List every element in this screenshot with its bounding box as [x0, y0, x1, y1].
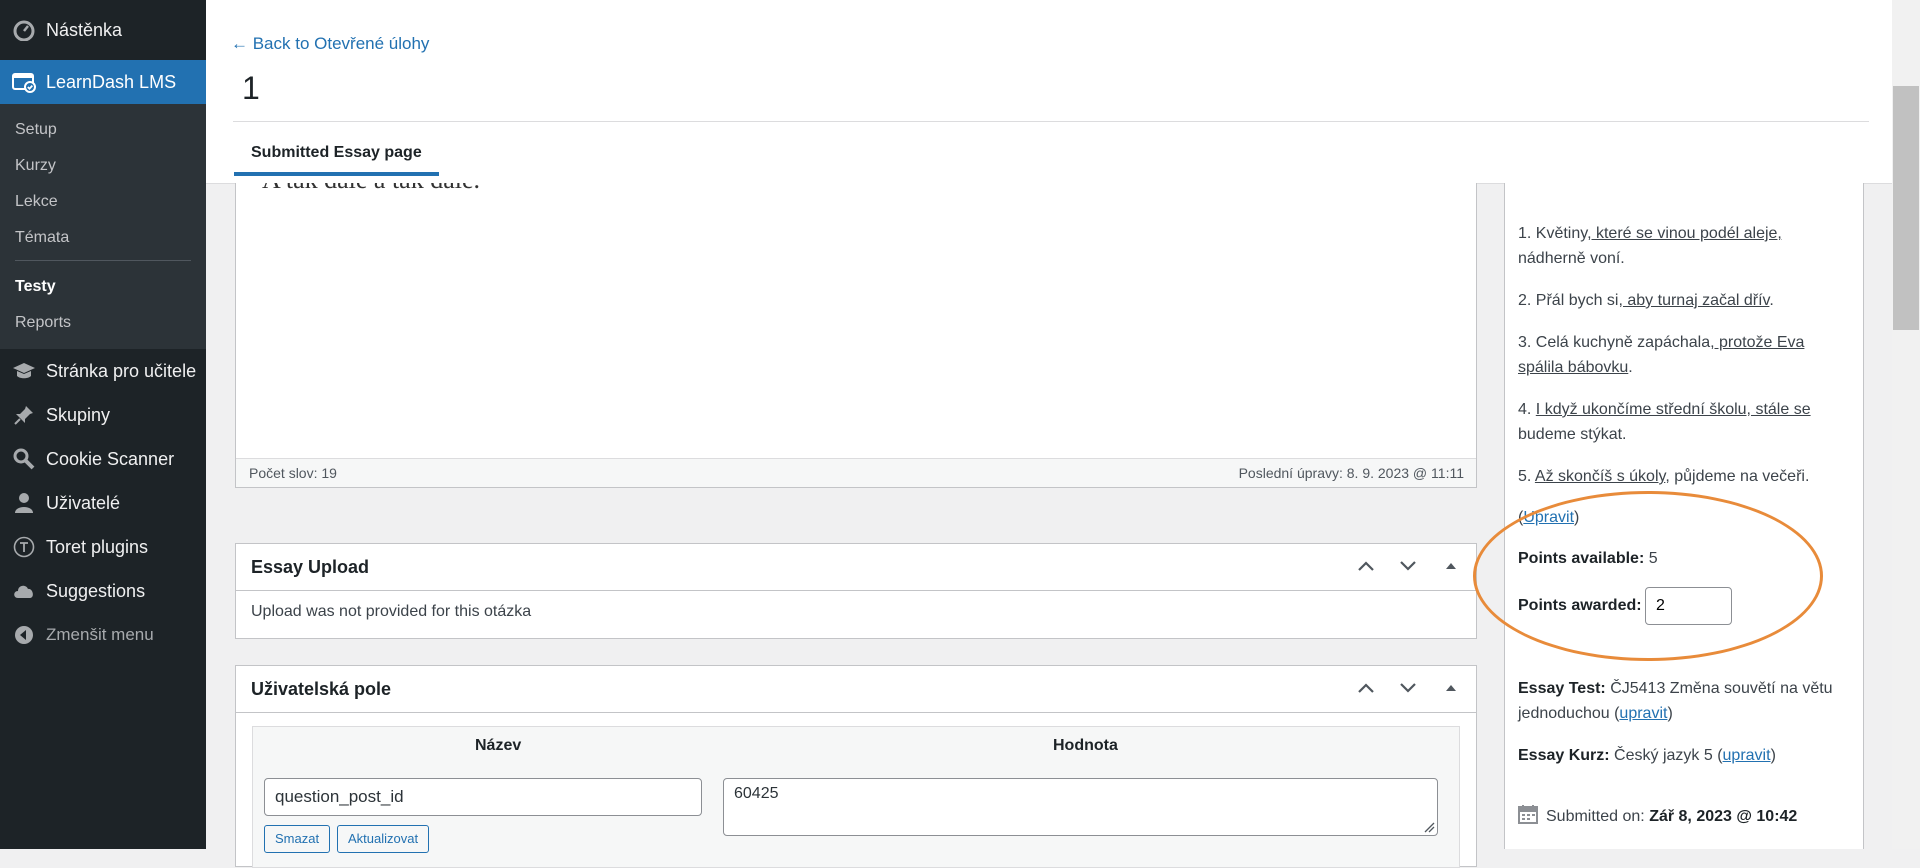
- submenu-reports[interactable]: Reports: [0, 305, 206, 341]
- word-count: Počet slov: 19: [249, 465, 337, 481]
- magnifier-icon: [12, 447, 36, 471]
- submenu-temata[interactable]: Témata: [0, 220, 206, 256]
- essay-upload-box: Essay Upload Upload was not provided for…: [235, 543, 1477, 639]
- menu-label: Cookie Scanner: [46, 448, 175, 469]
- menu-toret-plugins[interactable]: Toret plugins: [0, 525, 206, 569]
- pin-icon: [12, 403, 36, 427]
- calendar-icon: [1518, 805, 1538, 824]
- postbox-header: Essay Upload: [236, 544, 1476, 591]
- menu-label: Skupiny: [46, 404, 111, 425]
- graduation-cap-icon: [12, 359, 36, 383]
- menu-collapse[interactable]: Zmenšit menu: [0, 613, 206, 657]
- submitted-on: Submitted on: Zář 8, 2023 @ 10:42: [1518, 804, 1858, 829]
- menu-dashboard[interactable]: Nástěnka: [0, 0, 206, 60]
- menu-label: Toret plugins: [46, 536, 149, 557]
- menu-teacher-page[interactable]: Stránka pro učitele: [0, 349, 206, 393]
- answer-item: 1. Květiny, které se vinou podél aleje, …: [1518, 225, 1782, 267]
- header-divider: [233, 121, 1869, 122]
- column-header-name: Název: [475, 737, 522, 754]
- scrollbar[interactable]: [1892, 0, 1920, 849]
- tab-submitted-essay[interactable]: Submitted Essay page: [234, 144, 439, 176]
- cloud-icon: [12, 579, 36, 603]
- menu-users[interactable]: Uživatelé: [0, 481, 206, 525]
- scrollbar-thumb[interactable]: [1893, 86, 1919, 330]
- collapse-icon: [12, 623, 36, 647]
- last-edit: Poslední úpravy: 8. 9. 2023 @ 11:11: [1238, 465, 1464, 481]
- editor-status-bar: Počet slov: 19 Poslední úpravy: 8. 9. 20…: [236, 458, 1476, 487]
- menu-label: Suggestions: [46, 580, 146, 601]
- postbox-title: Essay Upload: [251, 557, 370, 577]
- essay-editor[interactable]: A tak dále a tak dále. Počet slov: 19 Po…: [235, 183, 1477, 488]
- answer-item: 5. Až skončíš s úkoly, půjdeme na večeři…: [1518, 468, 1810, 485]
- submenu-divider: [15, 260, 191, 261]
- menu-label: LearnDash LMS: [46, 71, 177, 92]
- back-link[interactable]: ← Back to Otevřené úlohy: [231, 34, 429, 54]
- learndash-submenu: Setup Kurzy Lekce Témata Testy Reports: [0, 104, 206, 349]
- submenu-testy[interactable]: Testy: [0, 269, 206, 305]
- page-header: ← Back to Otevřené úlohy 1 Submitted Ess…: [206, 0, 1920, 184]
- toggle-triangle-icon[interactable]: [1441, 556, 1461, 576]
- page-title: 1: [242, 70, 260, 106]
- resize-handle-icon[interactable]: [1423, 821, 1435, 833]
- learndash-icon: [12, 70, 36, 94]
- answer-item: 4. I když ukončíme střední školu, stále …: [1518, 401, 1811, 443]
- edit-test-link[interactable]: upravit: [1619, 705, 1667, 722]
- chevron-up-icon[interactable]: [1356, 556, 1376, 576]
- menu-suggestions[interactable]: Suggestions: [0, 569, 206, 613]
- custom-fields-box: Uživatelská pole Název Hodnota 60425 Sma…: [235, 665, 1477, 868]
- toggle-triangle-icon[interactable]: [1441, 678, 1461, 698]
- menu-learndash[interactable]: LearnDash LMS: [0, 60, 206, 104]
- toret-icon: [12, 535, 36, 559]
- edit-kurz-link[interactable]: upravit: [1723, 747, 1771, 764]
- chevron-down-icon[interactable]: [1398, 556, 1418, 576]
- postbox-title: Uživatelská pole: [251, 679, 392, 699]
- essay-test-info: Essay Test: ČJ5413 Změna souvětí na větu…: [1518, 680, 1833, 722]
- postbox-header: Uživatelská pole: [236, 666, 1476, 713]
- menu-cookie-scanner[interactable]: Cookie Scanner: [0, 437, 206, 481]
- menu-label: Stránka pro učitele: [46, 360, 197, 381]
- submenu-lekce[interactable]: Lekce: [0, 184, 206, 220]
- custom-field-name-input[interactable]: [264, 778, 702, 816]
- table-header: Název Hodnota: [253, 727, 1459, 765]
- dashboard-icon: [12, 18, 36, 42]
- menu-groups[interactable]: Skupiny: [0, 393, 206, 437]
- custom-fields-table: Název Hodnota 60425 Smazat Aktualizovat: [252, 726, 1460, 868]
- essay-upload-message: Upload was not provided for this otázka: [251, 603, 532, 620]
- submenu-kurzy[interactable]: Kurzy: [0, 148, 206, 184]
- menu-label: Zmenšit menu: [46, 625, 154, 644]
- answer-item: 2. Přál bych si, aby turnaj začal dřív.: [1518, 292, 1774, 309]
- user-icon: [12, 491, 36, 515]
- editor-content[interactable]: A tak dále a tak dále.: [262, 183, 480, 195]
- menu-label: Uživatelé: [46, 492, 121, 513]
- chevron-down-icon[interactable]: [1398, 678, 1418, 698]
- highlight-annotation: [1473, 491, 1823, 661]
- custom-field-value: 60425: [734, 785, 779, 802]
- custom-field-value-textarea[interactable]: 60425: [723, 778, 1438, 836]
- column-header-value: Hodnota: [1053, 737, 1118, 754]
- essay-kurz-info: Essay Kurz: Český jazyk 5 (upravit): [1518, 747, 1776, 764]
- submenu-setup[interactable]: Setup: [0, 112, 206, 148]
- admin-sidebar: Nástěnka LearnDash LMS Setup Kurzy Lekce…: [0, 0, 206, 849]
- chevron-up-icon[interactable]: [1356, 678, 1376, 698]
- menu-label: Nástěnka: [46, 19, 123, 40]
- answer-item: 3. Celá kuchyně zapáchala, protože Eva s…: [1518, 334, 1805, 376]
